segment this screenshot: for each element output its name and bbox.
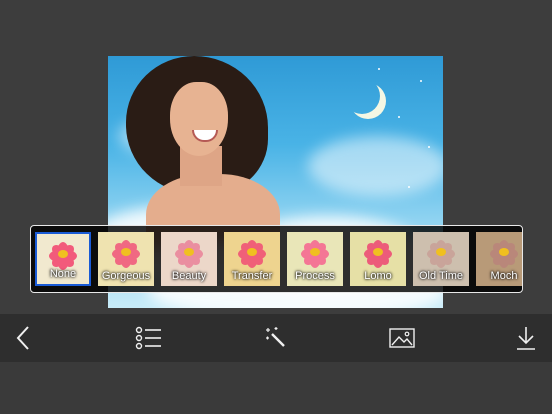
list-icon bbox=[135, 326, 161, 350]
flower-thumbnail-image bbox=[484, 236, 522, 269]
filter-thumbnail[interactable]: Process bbox=[287, 232, 343, 286]
flower-thumbnail-image bbox=[106, 236, 146, 269]
filter-thumbnail[interactable]: Lomo bbox=[350, 232, 406, 286]
filter-thumbnail[interactable]: Transfer bbox=[224, 232, 280, 286]
filter-label: Beauty bbox=[171, 270, 207, 282]
flower-thumbnail-image bbox=[43, 238, 83, 271]
download-button[interactable] bbox=[504, 314, 548, 362]
filter-thumbnail[interactable]: Beauty bbox=[161, 232, 217, 286]
filter-thumbnail[interactable]: Old Time bbox=[413, 232, 469, 286]
flower-thumbnail-image bbox=[295, 236, 335, 269]
portrait-face bbox=[170, 82, 228, 156]
flower-thumbnail-image bbox=[421, 236, 461, 269]
back-chevron-icon bbox=[16, 326, 29, 350]
filter-label: Process bbox=[295, 270, 335, 282]
filter-strip[interactable]: None Gorgeous Beauty Transfer Process Lomo Old… bbox=[30, 225, 523, 293]
filter-label: Lomo bbox=[364, 270, 392, 282]
bottom-area bbox=[0, 362, 552, 414]
flower-thumbnail-image bbox=[358, 236, 398, 269]
filter-label: Moch bbox=[490, 270, 518, 282]
bottom-toolbar bbox=[0, 314, 552, 362]
image-button[interactable] bbox=[380, 314, 424, 362]
filter-thumbnail[interactable]: Gorgeous bbox=[98, 232, 154, 286]
filter-label: Transfer bbox=[231, 270, 273, 282]
magic-wand-icon bbox=[266, 327, 285, 347]
filter-label: None bbox=[49, 268, 77, 280]
filter-thumbnail[interactable]: Moch bbox=[476, 232, 522, 286]
download-icon bbox=[517, 327, 535, 350]
moon-graphic bbox=[344, 78, 380, 114]
filter-label: Old Time bbox=[418, 270, 463, 282]
filter-thumbnail[interactable]: None bbox=[35, 232, 91, 286]
flower-thumbnail-image bbox=[232, 236, 272, 269]
back-button[interactable] bbox=[2, 314, 46, 362]
flower-thumbnail-image bbox=[169, 236, 209, 269]
filter-label: Gorgeous bbox=[101, 270, 151, 282]
auto-enhance-button[interactable] bbox=[254, 314, 298, 362]
list-button[interactable] bbox=[127, 314, 171, 362]
image-icon bbox=[389, 328, 415, 348]
